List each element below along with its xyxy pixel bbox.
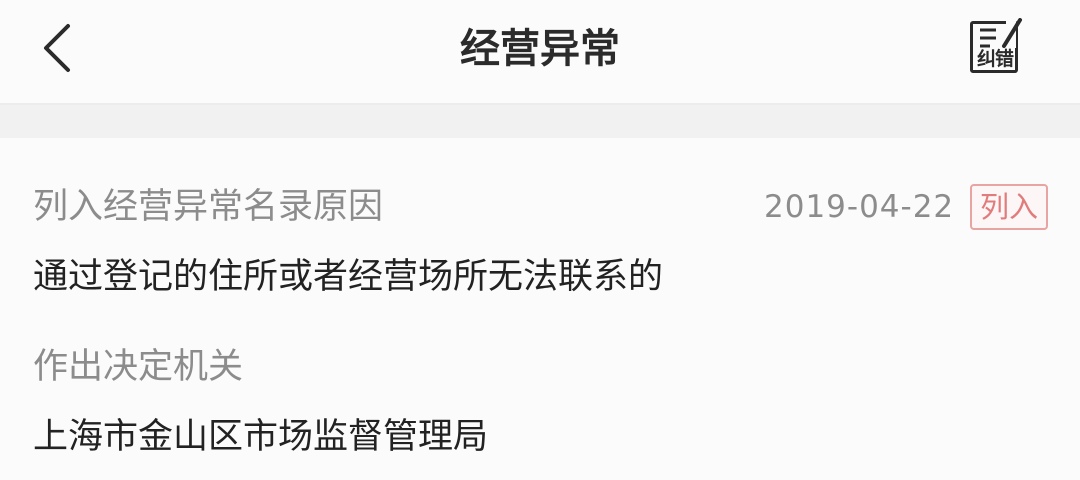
report-error-button[interactable]: 纠错 (966, 18, 1030, 80)
back-button[interactable] (30, 18, 90, 78)
record-date: 2019-04-22 (764, 189, 955, 225)
reason-value: 通过登记的住所或者经营场所无法联系的 (33, 257, 664, 297)
reason-label: 列入经营异常名录原因 (33, 187, 384, 227)
section-gap (0, 105, 1080, 138)
navigation-bar: 经营异常 纠错 (0, 0, 1080, 105)
status-badge: 列入 (970, 184, 1048, 230)
authority-value: 上海市金山区市场监督管理局 (33, 417, 489, 457)
report-error-label: 纠错 (976, 48, 1014, 70)
authority-label: 作出决定机关 (33, 347, 244, 387)
page-title: 经营异常 (460, 26, 620, 72)
chevron-left-icon (44, 24, 70, 72)
